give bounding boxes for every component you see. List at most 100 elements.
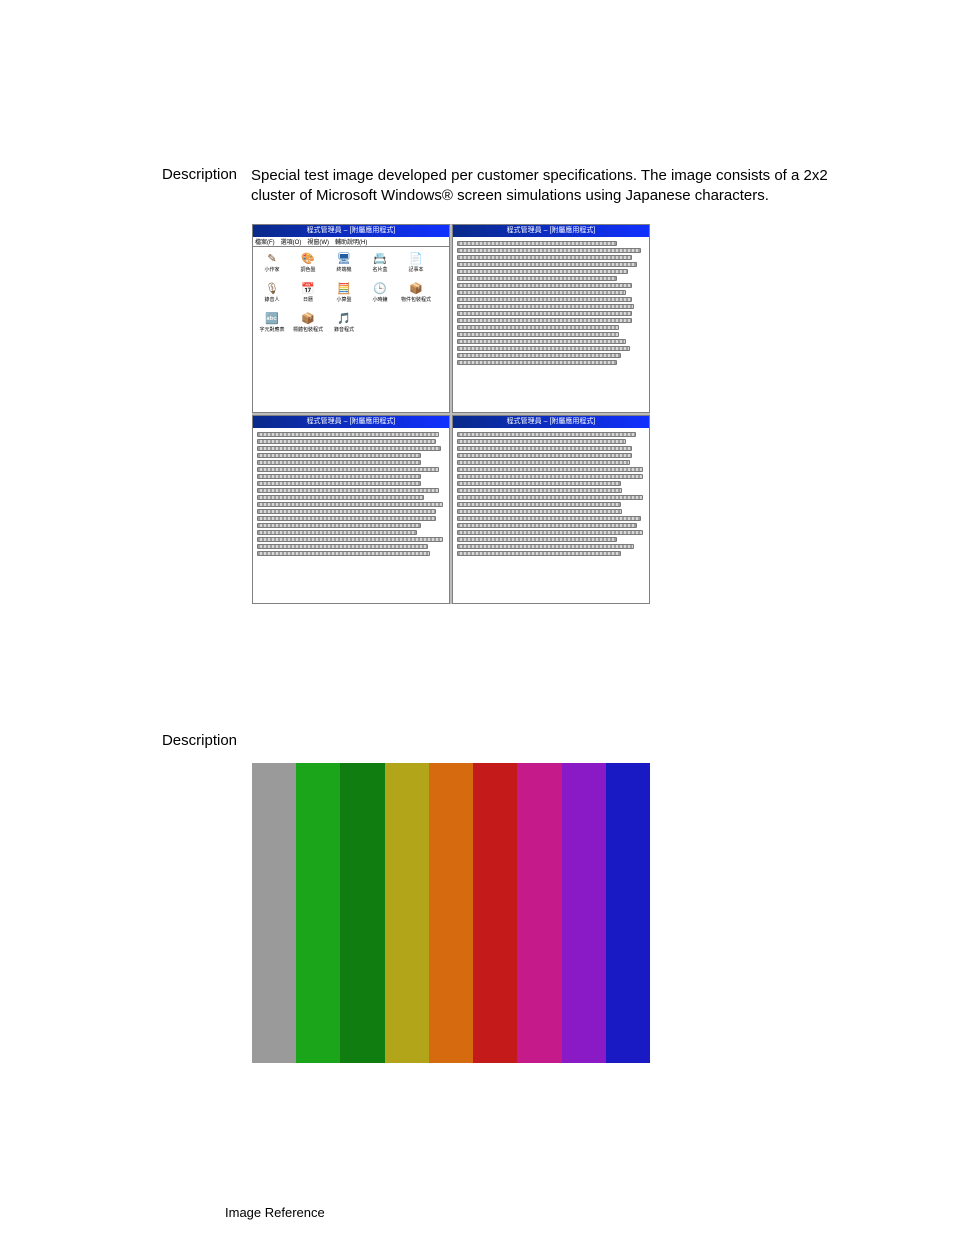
desktop-icon: 📦物件包裝程式 — [401, 281, 431, 309]
icon-glyph: 🧮 — [336, 281, 352, 295]
win-bottom-left: 程式管理員 – [附屬應用程式] — [252, 415, 450, 604]
text-line — [457, 551, 621, 556]
text-line — [457, 516, 641, 521]
text-line — [257, 467, 439, 472]
desktop-icon: 🧮小算盤 — [329, 281, 359, 309]
desktop-icon: 🔤字元對應表 — [257, 311, 287, 339]
text-line — [457, 241, 617, 246]
color-bar — [385, 763, 429, 1063]
text-pane-tr — [453, 237, 649, 412]
text-line — [457, 360, 617, 365]
text-pane-br — [453, 428, 649, 603]
text-line — [457, 332, 619, 337]
image-reference-label: Image Reference — [225, 1205, 325, 1220]
icon-glyph: 📦 — [300, 311, 316, 325]
text-line — [457, 255, 632, 260]
titlebar-text: 程式管理員 – [附屬應用程式] — [507, 416, 596, 428]
menu-item: 檔案(F) — [255, 237, 275, 246]
text-line — [457, 325, 619, 330]
windows-cluster-image: 程式管理員 – [附屬應用程式] 檔案(F)選項(O)視窗(W)輔助說明(H) … — [252, 224, 650, 604]
text-line — [257, 446, 441, 451]
text-line — [257, 502, 443, 507]
text-line — [457, 276, 617, 281]
icon-caption: 終端機 — [336, 266, 351, 273]
description-text-1: Special test image developed per custome… — [237, 166, 857, 207]
titlebar-text: 程式管理員 – [附屬應用程式] — [307, 225, 396, 237]
icon-glyph: ✎ — [264, 251, 280, 265]
icon-glyph: 🖥 — [336, 251, 352, 265]
color-bar — [562, 763, 606, 1063]
text-line — [257, 439, 436, 444]
text-line — [257, 481, 421, 486]
label-description-1: Description — [152, 166, 237, 207]
menu-item: 選項(O) — [281, 237, 302, 246]
text-line — [457, 523, 637, 528]
color-bars-image — [252, 763, 650, 1063]
text-line — [457, 248, 641, 253]
color-bar — [296, 763, 340, 1063]
icon-glyph: 🎙 — [264, 281, 280, 295]
titlebar-tr: 程式管理員 – [附屬應用程式] — [453, 225, 649, 237]
text-line — [457, 530, 643, 535]
text-line — [457, 297, 632, 302]
icon-caption: 錄音人 — [264, 296, 279, 303]
desktop-icon: 🎙錄音人 — [257, 281, 287, 309]
text-line — [457, 474, 643, 479]
text-line — [457, 453, 632, 458]
text-line — [457, 318, 632, 323]
menu-item: 輔助說明(H) — [335, 237, 367, 246]
text-line — [457, 488, 622, 493]
titlebar-text: 程式管理員 – [附屬應用程式] — [307, 416, 396, 428]
text-line — [257, 516, 436, 521]
desktop-icon: 🎨調色盤 — [293, 251, 323, 279]
text-line — [457, 495, 643, 500]
color-bar — [429, 763, 473, 1063]
text-line — [457, 432, 636, 437]
icon-pane: ✎小作家🎨調色盤🖥終端機📇名片盒📄記事本🎙錄音人📅日曆🧮小算盤🕒小時鐘📦物件包裝… — [253, 247, 449, 412]
text-line — [457, 262, 637, 267]
text-line — [457, 481, 621, 486]
text-line — [457, 283, 632, 288]
icon-caption: 錄音程式 — [334, 326, 354, 333]
color-bar — [606, 763, 650, 1063]
icon-glyph: 🎨 — [300, 251, 316, 265]
icon-caption: 小作家 — [264, 266, 279, 273]
win-bottom-right: 程式管理員 – [附屬應用程式] — [452, 415, 650, 604]
text-line — [257, 523, 421, 528]
desktop-icon: 📇名片盒 — [365, 251, 395, 279]
desktop-icon: 🕒小時鐘 — [365, 281, 395, 309]
icon-caption: 字元對應表 — [259, 326, 284, 333]
text-line — [457, 509, 622, 514]
text-line — [257, 544, 428, 549]
text-line — [457, 353, 621, 358]
menu-item: 視窗(W) — [307, 237, 329, 246]
text-line — [457, 304, 634, 309]
icon-glyph: 📦 — [408, 281, 424, 295]
desktop-icon: 📦標體包裝程式 — [293, 311, 323, 339]
desktop-icon: 📅日曆 — [293, 281, 323, 309]
text-line — [457, 537, 617, 542]
text-line — [457, 346, 630, 351]
menubar-tl: 檔案(F) 選項(O) 視窗(W) 輔助說明(H) — [253, 237, 449, 247]
text-line — [257, 537, 443, 542]
text-line — [257, 474, 421, 479]
color-bar — [340, 763, 384, 1063]
desktop-icon: 🖥終端機 — [329, 251, 359, 279]
text-line — [257, 460, 421, 465]
text-line — [257, 432, 439, 437]
icon-caption: 小時鐘 — [372, 296, 387, 303]
color-bar — [473, 763, 517, 1063]
text-line — [457, 439, 626, 444]
text-line — [257, 453, 421, 458]
win-top-right: 程式管理員 – [附屬應用程式] — [452, 224, 650, 413]
icon-caption: 小算盤 — [336, 296, 351, 303]
desktop-icon: ✎小作家 — [257, 251, 287, 279]
icon-glyph: 📄 — [408, 251, 424, 265]
text-pane-bl — [253, 428, 449, 603]
text-line — [257, 488, 439, 493]
titlebar-text: 程式管理員 – [附屬應用程式] — [507, 225, 596, 237]
section-description-1: Description Special test image developed… — [152, 166, 857, 207]
titlebar-bl: 程式管理員 – [附屬應用程式] — [253, 416, 449, 428]
text-line — [257, 509, 436, 514]
text-line — [257, 530, 417, 535]
